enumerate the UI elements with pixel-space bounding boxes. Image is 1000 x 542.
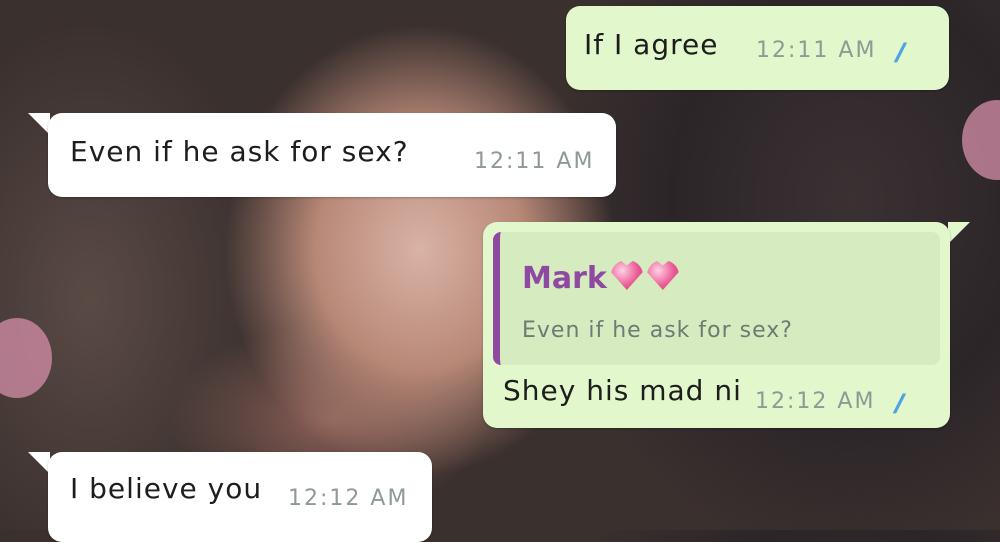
message-bubble-outgoing-reply[interactable]: Mark Even if he ask for sex? Shey his ma…: [483, 222, 950, 428]
message-timestamp: 12:12 AM: [755, 389, 876, 414]
sparkling-heart-icon: [646, 260, 679, 290]
message-text: Even if he ask for sex?: [70, 135, 409, 168]
quoted-author: Mark: [522, 260, 679, 296]
bubble-tail: [28, 452, 50, 474]
bubble-tail: [28, 113, 50, 135]
background-heart-left: [0, 318, 52, 398]
message-text: Shey his mad ni: [503, 374, 742, 407]
message-text: I believe you: [70, 472, 263, 505]
bubble-tail: [948, 222, 970, 244]
read-receipt-icon: //: [895, 389, 903, 417]
message-text: If I agree: [584, 28, 719, 61]
message-timestamp: 12:11 AM: [474, 149, 595, 174]
message-timestamp: 12:11 AM: [756, 38, 877, 63]
quoted-text: Even if he ask for sex?: [522, 318, 793, 343]
message-bubble-incoming[interactable]: Even if he ask for sex? 12:11 AM: [48, 113, 616, 197]
background-heart-right: [962, 100, 1000, 180]
message-timestamp: 12:12 AM: [288, 486, 409, 511]
quoted-author-name: Mark: [522, 261, 607, 296]
reply-quote[interactable]: Mark Even if he ask for sex?: [493, 232, 940, 365]
read-receipt-icon: //: [896, 38, 904, 66]
message-bubble-outgoing[interactable]: If I agree 12:11 AM //: [566, 6, 949, 90]
message-bubble-incoming[interactable]: I believe you 12:12 AM: [48, 452, 432, 542]
sparkling-heart-icon: [610, 260, 643, 290]
